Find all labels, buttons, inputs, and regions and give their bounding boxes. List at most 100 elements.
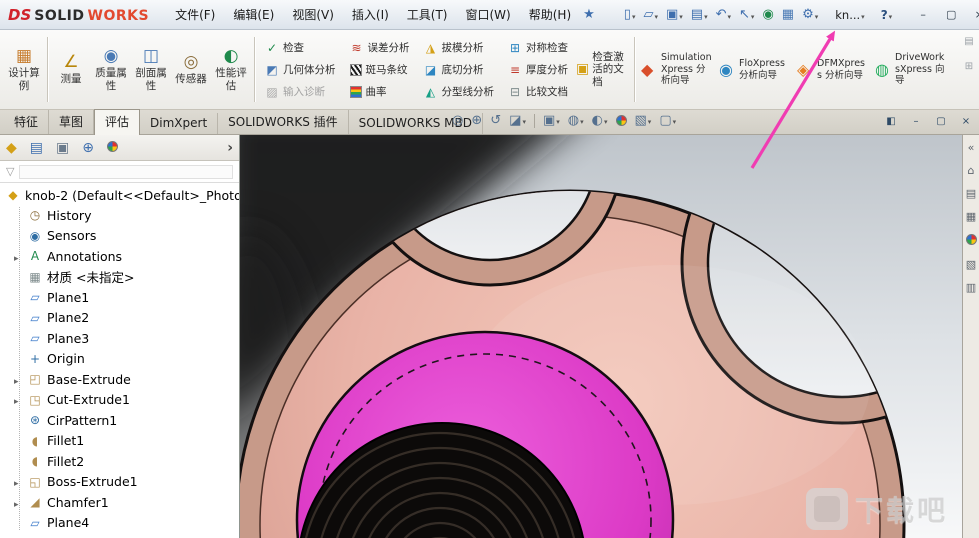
ribbon-overflow-icon[interactable]: ▤ bbox=[964, 36, 973, 47]
graphics-viewport[interactable]: 下载吧 bbox=[240, 135, 962, 538]
menu-tools[interactable]: 工具(T) bbox=[399, 3, 456, 26]
view-palette-icon[interactable]: ▧ bbox=[966, 259, 976, 271]
maximize-button[interactable]: ▢ bbox=[938, 5, 964, 25]
doc-close-button[interactable]: × bbox=[958, 114, 974, 129]
tree-item-plane3[interactable]: ▱ Plane3 bbox=[0, 328, 239, 349]
displaymanager-tab-icon[interactable] bbox=[106, 140, 118, 156]
tree-item-history[interactable]: ◷ History bbox=[0, 205, 239, 226]
tree-item-fillet1[interactable]: ◖ Fillet1 bbox=[0, 431, 239, 452]
menu-window[interactable]: 窗口(W) bbox=[458, 3, 519, 26]
featuremanager-tab-icon[interactable]: ◆ bbox=[6, 140, 17, 156]
tree-item-plane4[interactable]: ▱ Plane4 bbox=[0, 513, 239, 534]
zebra-stripes-button[interactable]: 斑马条纹 bbox=[345, 59, 415, 80]
tree-item-cut-extrude1[interactable]: ◳Cut-Extrude1 bbox=[0, 390, 239, 411]
tree-item-plane2[interactable]: ▱ Plane2 bbox=[0, 308, 239, 329]
thickness-analysis-button[interactable]: ≡ 厚度分析 bbox=[503, 59, 573, 80]
tab-sketch[interactable]: 草图 bbox=[49, 110, 95, 134]
doc-minimize-button[interactable]: – bbox=[908, 114, 924, 129]
doc-restore-button[interactable]: ▢ bbox=[933, 114, 949, 129]
expand-arrow-icon[interactable] bbox=[14, 392, 24, 407]
view-settings-icon[interactable]: ▢ bbox=[659, 113, 676, 128]
tree-item-boss-extrude1[interactable]: ◱Boss-Extrude1 bbox=[0, 472, 239, 493]
select-button[interactable]: ↖ bbox=[736, 5, 757, 24]
menu-help[interactable]: 帮助(H) bbox=[521, 3, 579, 26]
close-button[interactable]: × bbox=[966, 5, 979, 25]
expand-arrow-icon[interactable] bbox=[14, 372, 24, 387]
measure-button[interactable]: ∠ 测量 bbox=[51, 32, 91, 107]
expand-arrow-icon[interactable] bbox=[14, 249, 24, 264]
rebuild-button[interactable]: ◉ bbox=[759, 5, 776, 24]
design-library-icon[interactable]: ▤ bbox=[966, 188, 976, 200]
tree-item-sensors[interactable]: ◉ Sensors bbox=[0, 226, 239, 247]
minimize-button[interactable]: – bbox=[910, 5, 936, 25]
expand-arrow-icon[interactable] bbox=[14, 495, 24, 510]
save-button[interactable]: ▣ bbox=[663, 5, 686, 24]
tab-features[interactable]: 特征 bbox=[4, 110, 50, 134]
file-explorer-icon[interactable]: ▦ bbox=[966, 211, 976, 223]
configurationmanager-tab-icon[interactable]: ▣ bbox=[56, 140, 69, 156]
resources-icon[interactable]: ⌂ bbox=[968, 165, 975, 177]
zoom-area-icon[interactable]: ⊕ bbox=[471, 113, 482, 128]
performance-evaluation-button[interactable]: ◐ 性能评估 bbox=[211, 32, 251, 107]
dimxpertmanager-tab-icon[interactable]: ⊕ bbox=[82, 140, 94, 156]
view-orientation-icon[interactable]: ▣ bbox=[543, 113, 560, 128]
tree-item-base-extrude[interactable]: ◰Base-Extrude bbox=[0, 369, 239, 390]
tree-item-cirpattern1[interactable]: ⊛ CirPattern1 bbox=[0, 410, 239, 431]
new-document-button[interactable]: ▯ bbox=[621, 5, 639, 24]
sensor-button[interactable]: ◎ 传感器 bbox=[171, 32, 211, 107]
tab-dimxpert[interactable]: DimXpert bbox=[140, 113, 219, 134]
curvature-button[interactable]: 曲率 bbox=[345, 81, 415, 102]
help-button[interactable]: ? bbox=[877, 6, 896, 24]
tree-item-fillet2[interactable]: ◖ Fillet2 bbox=[0, 451, 239, 472]
appearances-icon[interactable] bbox=[965, 234, 977, 248]
section-properties-button[interactable]: ◫ 剖面属性 bbox=[131, 32, 171, 107]
pin-star-icon[interactable]: ★ bbox=[583, 7, 595, 22]
floxpress-button[interactable]: ◉ FloXpress 分析向导 bbox=[716, 32, 794, 107]
ribbon-overflow-icon[interactable]: ⊞ bbox=[965, 61, 973, 72]
zoom-fit-icon[interactable]: ◎ bbox=[452, 113, 463, 128]
propertymanager-tab-icon[interactable]: ▤ bbox=[30, 140, 43, 156]
symmetry-check-button[interactable]: ⊞ 对称检查 bbox=[503, 37, 573, 58]
undercut-analysis-button[interactable]: ◪ 底切分析 bbox=[419, 59, 500, 80]
open-button[interactable]: ▱ bbox=[640, 5, 661, 24]
geometry-analysis-button[interactable]: ◩ 几何体分析 bbox=[260, 59, 341, 80]
check-button[interactable]: ✓ 检查 bbox=[260, 37, 341, 58]
apply-scene-icon[interactable]: ▧ bbox=[635, 113, 652, 128]
design-study-button[interactable]: ▦ 设计算例 bbox=[4, 32, 44, 107]
driveworksxpress-button[interactable]: ◍ DriveWorksXpress 向导 bbox=[872, 32, 950, 107]
print-button[interactable]: ▤ bbox=[688, 5, 711, 24]
doc-pane-button[interactable]: ◧ bbox=[883, 114, 899, 129]
expand-arrow-icon[interactable] bbox=[14, 474, 24, 489]
menu-view[interactable]: 视图(V) bbox=[284, 3, 342, 26]
previous-view-icon[interactable]: ↺ bbox=[490, 113, 501, 128]
parting-line-analysis-button[interactable]: ◭ 分型线分析 bbox=[419, 81, 500, 102]
tree-item-origin[interactable]: + Origin bbox=[0, 349, 239, 370]
display-style-icon[interactable]: ◍ bbox=[568, 113, 584, 128]
tab-solidworks-addins[interactable]: SOLIDWORKS 插件 bbox=[218, 110, 349, 134]
menu-edit[interactable]: 编辑(E) bbox=[225, 3, 282, 26]
tree-item-chamfer1[interactable]: ◢Chamfer1 bbox=[0, 492, 239, 513]
tab-evaluate[interactable]: 评估 bbox=[94, 109, 141, 135]
hide-show-items-icon[interactable]: ◐ bbox=[592, 113, 608, 128]
tree-item-annotations[interactable]: AAnnotations bbox=[0, 246, 239, 267]
custom-properties-icon[interactable]: ▥ bbox=[966, 282, 976, 294]
expand-pane-icon[interactable]: › bbox=[227, 140, 233, 156]
simulationxpress-button[interactable]: ◆ SimulationXpress 分析向导 bbox=[638, 32, 716, 107]
section-view-icon[interactable]: ◪ bbox=[509, 113, 526, 128]
tree-item-plane1[interactable]: ▱ Plane1 bbox=[0, 287, 239, 308]
document-switcher[interactable]: kn... bbox=[831, 6, 868, 24]
tree-root-item[interactable]: ◆ knob-2 (Default<<Default>_PhotoWork bbox=[0, 185, 239, 205]
check-active-documents-button[interactable]: ▣ 检查激活的文档 bbox=[575, 32, 631, 107]
draft-analysis-button[interactable]: ◮ 拔模分析 bbox=[419, 37, 500, 58]
collapse-taskpane-icon[interactable]: « bbox=[968, 142, 975, 154]
tree-item-material[interactable]: ▦ 材质 <未指定> bbox=[0, 267, 239, 288]
display-settings-button[interactable]: ▦ bbox=[779, 5, 797, 24]
edit-appearance-icon[interactable] bbox=[615, 115, 627, 126]
tree-filter-input[interactable] bbox=[19, 164, 233, 179]
options-button[interactable]: ⚙ bbox=[799, 5, 821, 24]
deviation-analysis-button[interactable]: ≋ 误差分析 bbox=[345, 37, 415, 58]
menu-insert[interactable]: 插入(I) bbox=[344, 3, 397, 26]
menu-file[interactable]: 文件(F) bbox=[167, 3, 223, 26]
mass-properties-button[interactable]: ◉ 质量属性 bbox=[91, 32, 131, 107]
dfmxpress-button[interactable]: ◈ DFMXpress 分析向导 bbox=[794, 32, 872, 107]
